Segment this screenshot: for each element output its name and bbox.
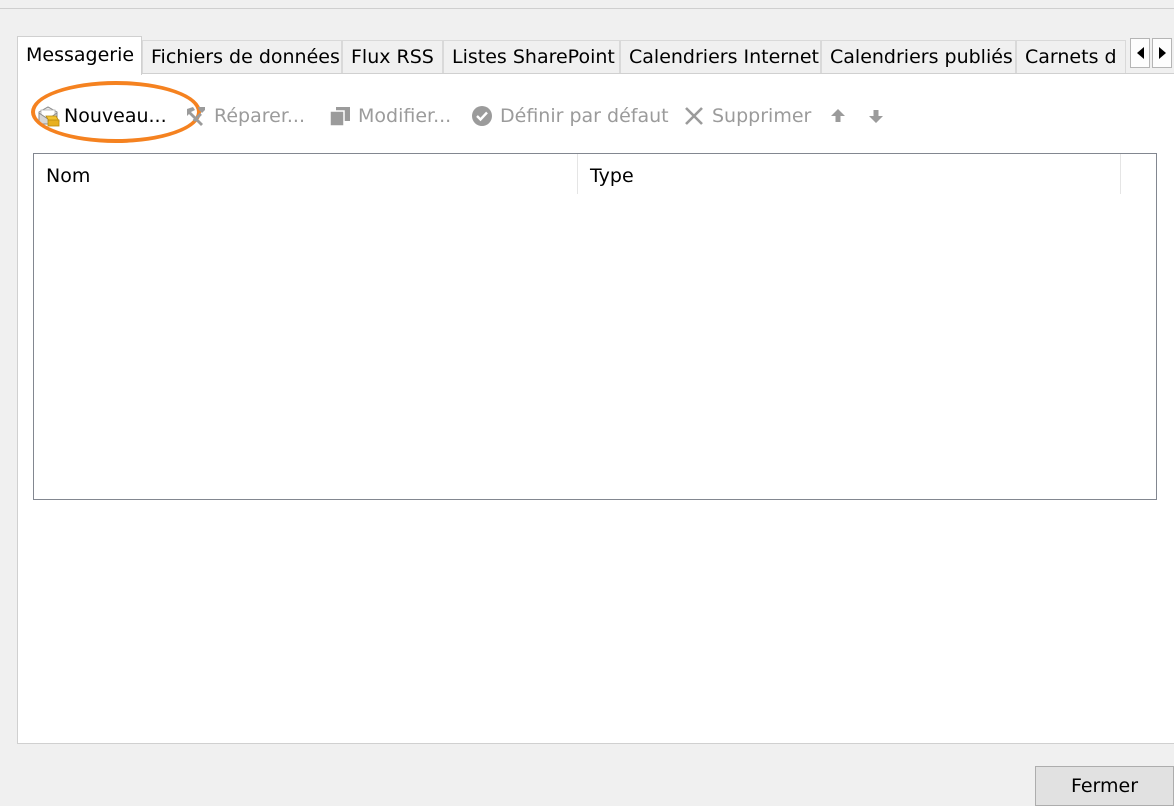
new-account-button[interactable]: Nouveau... <box>31 81 201 143</box>
window-top-divider <box>0 8 1174 9</box>
close-button[interactable]: Fermer <box>1035 766 1174 806</box>
delete-label: Supprimer <box>712 105 812 127</box>
repair-icon <box>184 104 208 128</box>
set-default-button[interactable]: Définir par défaut <box>470 96 669 136</box>
tab-carnets[interactable]: Carnets d <box>1016 40 1126 74</box>
repair-label: Réparer... <box>214 105 306 127</box>
arrow-up-icon <box>828 106 848 126</box>
tab-listes-sharepoint[interactable]: Listes SharePoint <box>443 40 620 74</box>
modify-icon <box>328 104 352 128</box>
tab-calendriers-publies[interactable]: Calendriers publiés <box>821 40 1016 74</box>
column-header-nom[interactable]: Nom <box>34 154 578 194</box>
list-header: Nom Type <box>34 154 1156 194</box>
tab-scroll-right-button[interactable] <box>1152 38 1172 68</box>
tab-scroll-left-button[interactable] <box>1130 38 1150 68</box>
move-up-button[interactable] <box>828 96 848 136</box>
set-default-label: Définir par défaut <box>500 105 669 127</box>
tab-panel-messagerie: Nouveau... Réparer... Modifier... Défini… <box>17 73 1174 744</box>
tab-fichiers-de-donnees[interactable]: Fichiers de données <box>142 40 342 74</box>
move-down-button[interactable] <box>866 96 886 136</box>
new-account-label: Nouveau... <box>64 105 167 127</box>
account-toolbar: Nouveau... Réparer... Modifier... Défini… <box>18 81 1174 143</box>
tab-calendriers-internet[interactable]: Calendriers Internet <box>620 40 821 74</box>
set-default-icon <box>470 104 494 128</box>
repair-button[interactable]: Réparer... <box>184 96 305 136</box>
account-list[interactable]: Nom Type <box>33 153 1157 500</box>
scroll-right-icon <box>1158 47 1166 59</box>
tab-strip: Messagerie Fichiers de données Flux RSS … <box>17 36 1174 75</box>
scroll-left-icon <box>1136 47 1144 59</box>
modify-label: Modifier... <box>358 105 452 127</box>
new-account-icon <box>36 104 60 128</box>
tab-flux-rss[interactable]: Flux RSS <box>342 40 443 74</box>
delete-icon <box>682 104 706 128</box>
delete-button[interactable]: Supprimer <box>682 96 811 136</box>
arrow-down-icon <box>866 106 886 126</box>
modify-button[interactable]: Modifier... <box>328 96 451 136</box>
column-header-type[interactable]: Type <box>578 154 1121 194</box>
tab-messagerie[interactable]: Messagerie <box>17 36 142 75</box>
tab-scroll-buttons <box>1130 38 1172 68</box>
